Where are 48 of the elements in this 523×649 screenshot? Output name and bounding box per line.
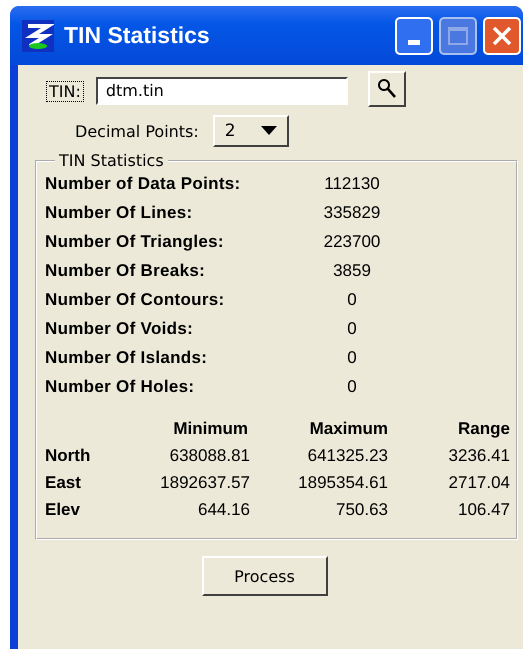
table-cell-text: 1892637.57: [159, 473, 250, 493]
column-header: Maximum: [308, 419, 388, 439]
app-logo-icon: [22, 20, 54, 52]
statistic-value: 223700: [322, 232, 382, 252]
close-icon: [491, 24, 513, 46]
tin-label: TIN:: [46, 80, 84, 102]
column-header: Range: [457, 419, 510, 439]
table-cell-text: 750.63: [335, 500, 388, 520]
table-cell-text: 638088.81: [168, 446, 250, 466]
table-cell-text: 2717.04: [448, 473, 510, 493]
row-label: North: [45, 446, 92, 466]
statistic-label: Number of Data Points:: [45, 174, 242, 194]
table-cell-text: 106.47: [457, 500, 510, 520]
group-title: TIN Statistics: [58, 151, 165, 170]
decimal-points-label: Decimal Points:: [75, 122, 199, 140]
table-cell-text: 3236.41: [448, 446, 510, 466]
window-title: TIN Statistics: [64, 22, 211, 49]
search-icon: [376, 78, 397, 100]
statistic-value: 0: [346, 290, 358, 310]
close-button[interactable]: [483, 16, 521, 54]
statistic-label: Number Of Holes:: [45, 377, 196, 397]
statistic-value: 0: [346, 348, 358, 368]
table-cell-text: 1895354.61: [297, 473, 388, 493]
column-header: Minimum: [172, 419, 249, 439]
statistic-value: 112130: [323, 174, 381, 194]
row-label: Elev: [45, 500, 81, 520]
tin-input-field[interactable]: dtm.tin: [96, 77, 348, 105]
maximize-button[interactable]: [439, 16, 477, 54]
decimal-points-dropdown[interactable]: 2: [212, 115, 289, 147]
statistic-value: 3859: [332, 261, 372, 281]
minimize-button[interactable]: [395, 16, 433, 54]
process-button[interactable]: Process: [202, 556, 328, 596]
statistic-label: Number Of Contours:: [45, 290, 226, 310]
statistic-label: Number Of Islands:: [45, 348, 208, 368]
statistic-label: Number Of Breaks:: [45, 261, 206, 281]
statistic-label: Number Of Voids:: [45, 319, 194, 339]
dropdown-arrow-icon: [260, 126, 277, 136]
table-cell-text: 644.16: [197, 500, 250, 520]
statistic-value: 0: [346, 319, 358, 339]
minimize-icon: [408, 40, 420, 45]
row-label: East: [45, 473, 82, 493]
search-button[interactable]: [368, 71, 406, 107]
table-cell-text: 641325.23: [306, 446, 388, 466]
statistic-label: Number Of Lines:: [45, 203, 194, 223]
statistic-label: Number Of Triangles:: [45, 232, 225, 252]
maximize-icon: [447, 26, 469, 46]
statistic-value: 335829: [322, 203, 382, 223]
statistic-value: 0: [346, 377, 358, 397]
